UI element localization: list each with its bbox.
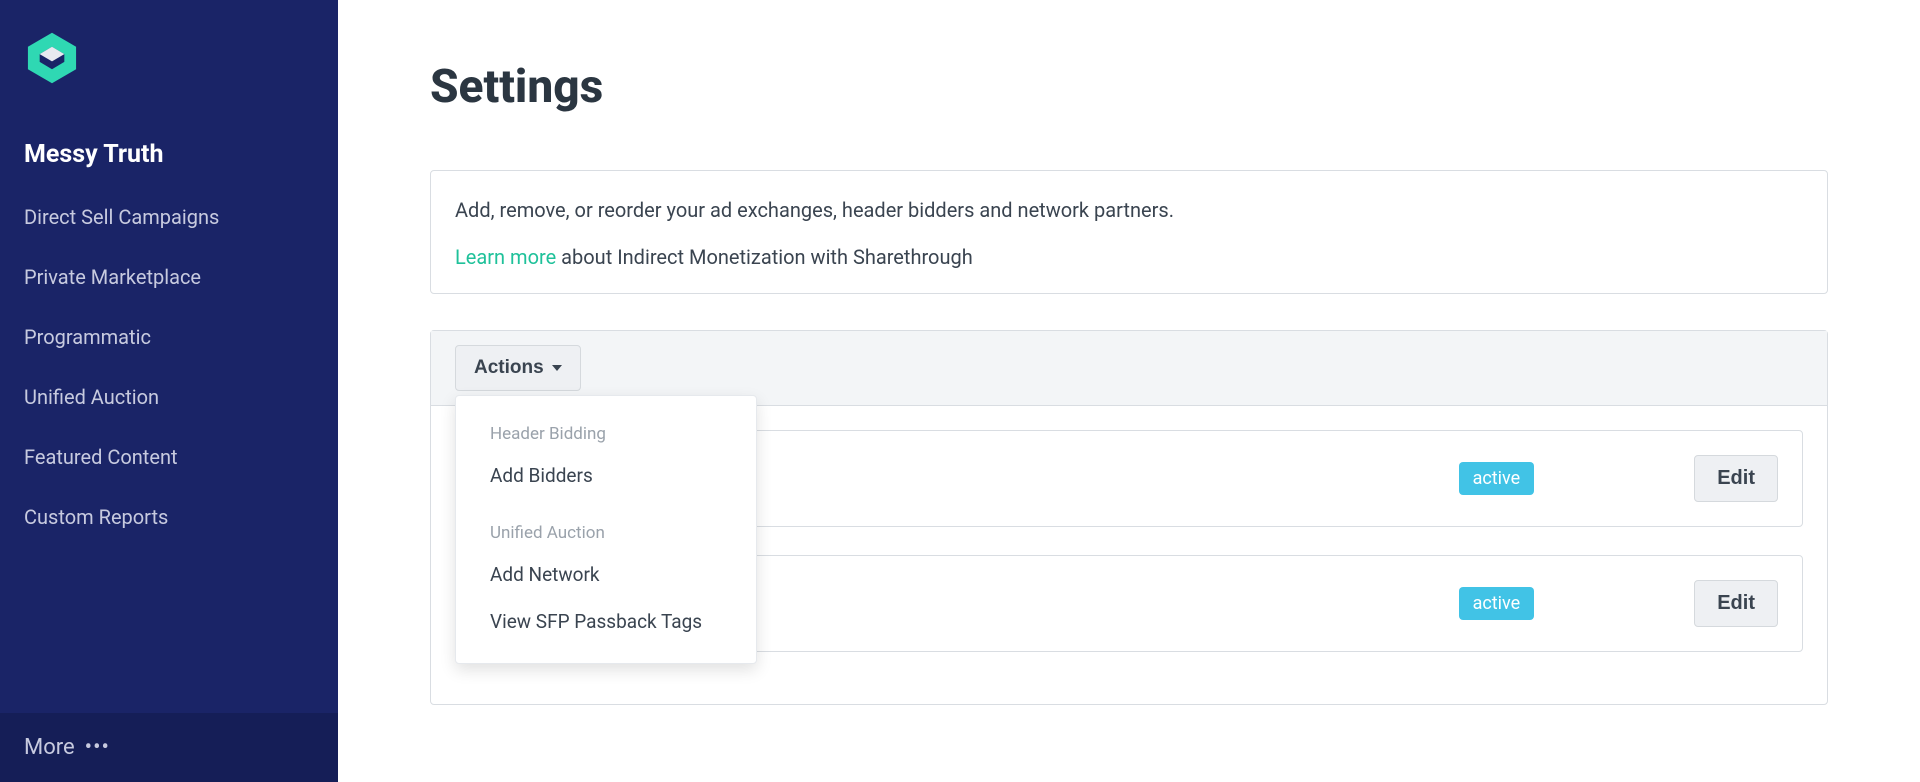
dropdown-item-view-sfp-passback-tags[interactable]: View SFP Passback Tags — [456, 598, 756, 645]
status-badge: active — [1459, 587, 1535, 620]
brand-logo-icon — [24, 30, 80, 86]
status-badge: active — [1459, 462, 1535, 495]
dropdown-item-add-network[interactable]: Add Network — [456, 551, 756, 598]
main-content: Settings Add, remove, or reorder your ad… — [338, 0, 1920, 782]
intro-line1: Add, remove, or reorder your ad exchange… — [455, 195, 1803, 225]
row-actions: active Edit — [1459, 580, 1778, 627]
sidebar-more[interactable]: More ••• — [0, 713, 338, 782]
page-title: Settings — [430, 60, 1828, 114]
intro-line2: Learn more about Indirect Monetization w… — [455, 245, 1803, 269]
dropdown-section-header-bidding: Header Bidding — [456, 416, 756, 452]
edit-button[interactable]: Edit — [1694, 580, 1778, 627]
caret-down-icon — [552, 365, 562, 371]
actions-dropdown: Header Bidding Add Bidders Unified Aucti… — [455, 395, 757, 664]
settings-panel: Actions Header Bidding Add Bidders Unifi… — [430, 330, 1828, 705]
panel-header: Actions Header Bidding Add Bidders Unifi… — [431, 331, 1827, 406]
sidebar-item-featured-content[interactable]: Featured Content — [0, 427, 338, 487]
intro-line2-rest: about Indirect Monetization with Shareth… — [556, 245, 973, 269]
edit-button[interactable]: Edit — [1694, 455, 1778, 502]
intro-box: Add, remove, or reorder your ad exchange… — [430, 170, 1828, 294]
sidebar-item-custom-reports[interactable]: Custom Reports — [0, 487, 338, 547]
account-name: Messy Truth — [0, 110, 338, 187]
actions-button[interactable]: Actions — [455, 345, 581, 391]
sidebar-item-unified-auction[interactable]: Unified Auction — [0, 367, 338, 427]
row-actions: active Edit — [1459, 455, 1778, 502]
sidebar-nav: Direct Sell Campaigns Private Marketplac… — [0, 187, 338, 547]
dropdown-section-unified-auction: Unified Auction — [456, 515, 756, 551]
sidebar-item-direct-sell[interactable]: Direct Sell Campaigns — [0, 187, 338, 247]
dropdown-item-add-bidders[interactable]: Add Bidders — [456, 452, 756, 499]
ellipsis-icon: ••• — [85, 737, 110, 759]
sidebar-more-label: More — [24, 735, 75, 760]
sidebar-item-private-marketplace[interactable]: Private Marketplace — [0, 247, 338, 307]
sidebar: Messy Truth Direct Sell Campaigns Privat… — [0, 0, 338, 782]
logo-area — [0, 0, 338, 110]
learn-more-link[interactable]: Learn more — [455, 245, 556, 269]
actions-button-label: Actions — [474, 357, 544, 379]
sidebar-item-programmatic[interactable]: Programmatic — [0, 307, 338, 367]
